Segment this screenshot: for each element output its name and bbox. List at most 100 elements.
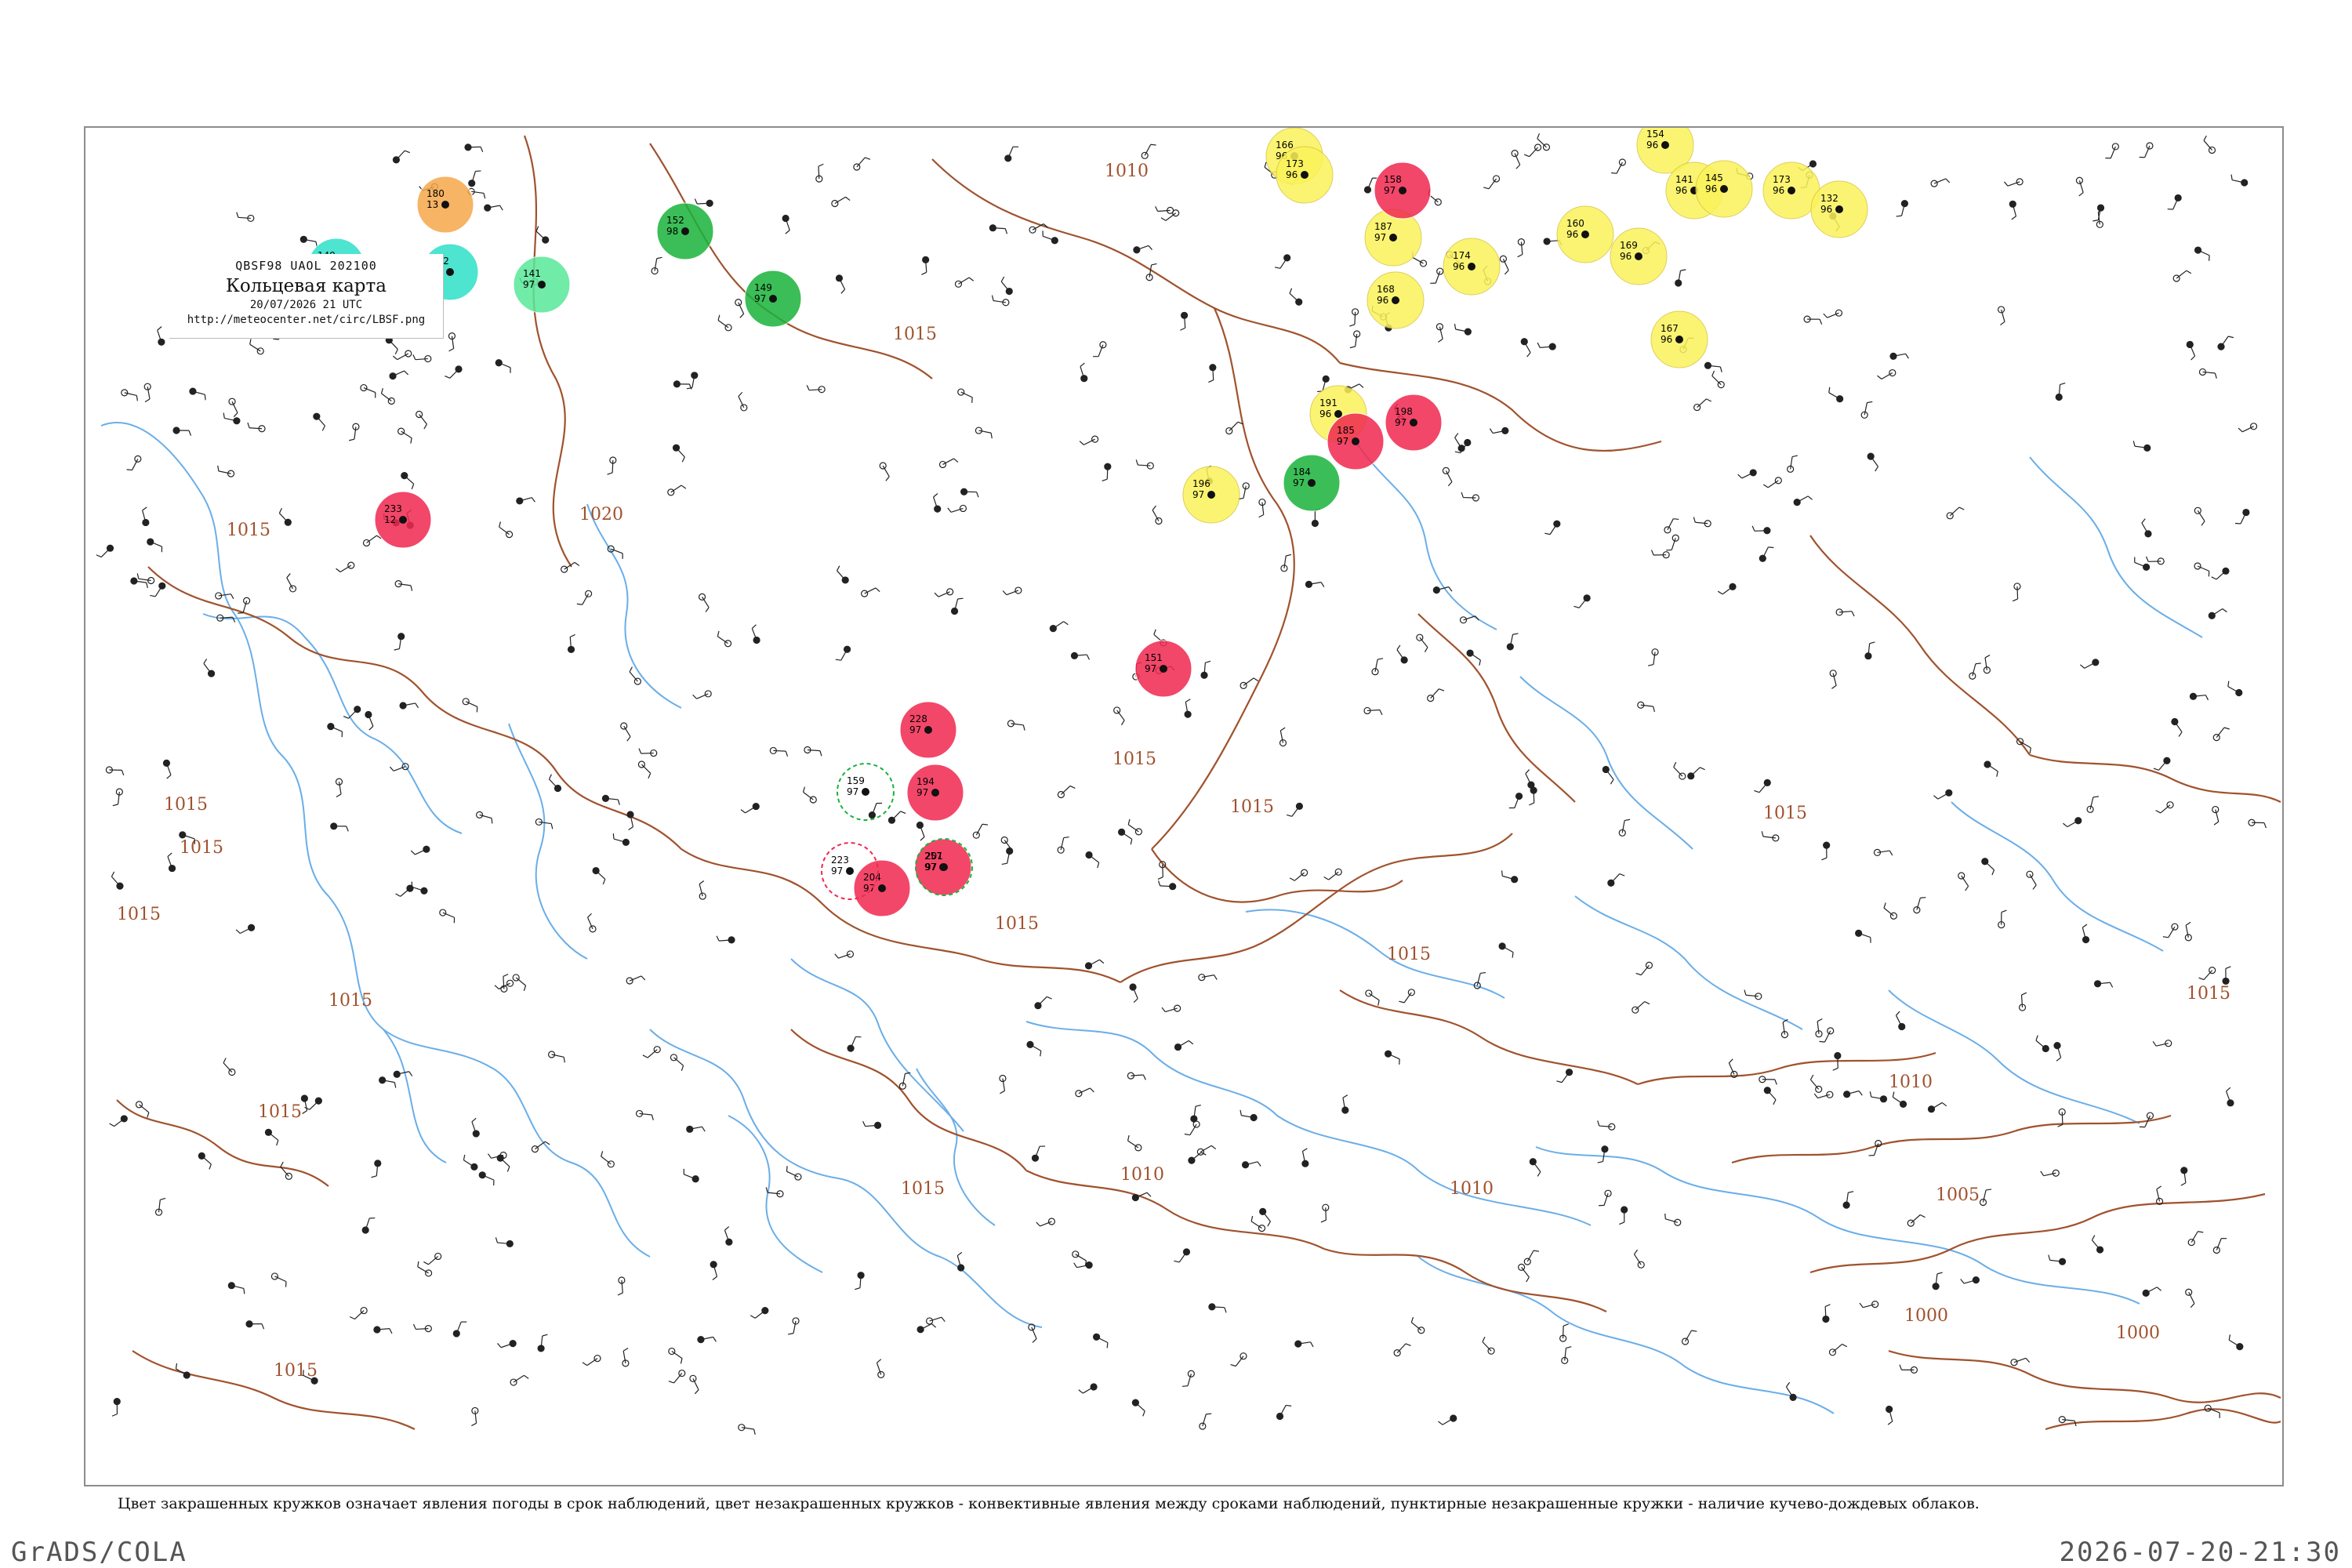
station-temp: 166: [1276, 140, 1294, 151]
obs-station-glyph: [586, 913, 597, 933]
isobar-label: 1015: [274, 1361, 318, 1381]
obs-station-glyph: [1499, 255, 1509, 275]
weather-circle-yellow[interactable]: 18797: [1364, 209, 1422, 267]
wind-barb-mark: [2216, 727, 2225, 739]
wind-barb-mark: [474, 1410, 477, 1424]
wind-barb-feather: [1000, 276, 1005, 282]
weather-circle-red[interactable]: 23312: [374, 491, 432, 549]
weather-circle-orange[interactable]: 18013: [416, 176, 474, 234]
isobar-label: 1010: [1450, 1179, 1494, 1199]
obs-station-glyph: [2145, 556, 2165, 565]
wind-barb-feather: [2060, 382, 2066, 386]
wind-barb-mark: [463, 1160, 475, 1167]
weather-circle-yellow[interactable]: 19697: [1182, 466, 1240, 524]
obs-station-glyph: [270, 1272, 287, 1287]
weather-circle-yellow[interactable]: 16996: [1610, 227, 1668, 285]
wind-barb-feather: [900, 811, 906, 815]
wind-barb-mark: [2035, 1040, 2046, 1049]
weather-circle-green[interactable]: 14997: [744, 270, 802, 328]
station-dot: [846, 867, 854, 875]
wind-barb-mark: [1165, 212, 1177, 221]
obs-station-glyph: [716, 935, 735, 944]
wind-barb-feather: [694, 198, 698, 205]
weather-circle-ring-green[interactable]: 15997: [837, 763, 895, 821]
weather-circle-red[interactable]: 15197: [1134, 640, 1192, 698]
wind-barb-feather: [2178, 731, 2183, 737]
map-source-url[interactable]: http://meteocenter.net/circ/LBSF.png: [169, 314, 443, 326]
station-temp: 149: [754, 282, 772, 293]
obs-station-glyph: [1129, 983, 1138, 1004]
weather-circle-red[interactable]: 19497: [906, 764, 964, 822]
obs-station-glyph: [1073, 1261, 1093, 1269]
wind-barb-mark: [1910, 1214, 1921, 1224]
weather-circle-yellow[interactable]: 16796: [1650, 310, 1708, 368]
wind-barb-mark: [139, 1104, 150, 1113]
obs-station-glyph: [1969, 662, 1981, 680]
obs-station-glyph: [1078, 1383, 1098, 1394]
wind-barb-mark: [1191, 1152, 1202, 1161]
obs-station-glyph: [1482, 1337, 1495, 1355]
wind-barb-feather: [1848, 1191, 1854, 1193]
weather-circle-red[interactable]: 20497: [853, 859, 911, 917]
wind-barb-feather: [1146, 1192, 1152, 1197]
wind-barb-feather: [410, 585, 413, 591]
wind-barb-feather: [1063, 621, 1069, 626]
station-temp: 180: [426, 188, 445, 199]
obs-station-glyph: [1483, 175, 1501, 190]
wind-barb-mark: [1824, 1306, 1827, 1319]
wind-barb-mark: [1549, 523, 1558, 535]
wind-barb-feather: [111, 1414, 118, 1417]
weather-circle-yellow[interactable]: 17496: [1443, 238, 1501, 296]
weather-circle-yellow[interactable]: 16096: [1556, 205, 1614, 263]
weather-circle-yellow[interactable]: 14596: [1695, 160, 1753, 218]
obs-station-glyph: [2010, 1357, 2031, 1367]
wind-barb-feather: [2223, 727, 2230, 730]
obs-station-glyph: [2212, 1238, 2227, 1254]
wind-barb-feather: [2025, 1357, 2031, 1363]
obs-station-glyph: [1305, 580, 1325, 588]
weather-circle-green[interactable]: 18497: [1283, 454, 1341, 512]
wind-barb-feather: [1610, 779, 1614, 785]
obs-station-glyph: [1174, 1248, 1191, 1263]
station-temp: 198: [1395, 406, 1413, 417]
wind-barb-feather: [2152, 1041, 2157, 1047]
weather-circle-yellow[interactable]: 17396: [1276, 146, 1334, 204]
wind-barb-mark: [1482, 1341, 1492, 1352]
obs-station-glyph: [1225, 421, 1243, 435]
weather-circle-red[interactable]: 19897: [1385, 394, 1443, 452]
wind-barb-mark: [1987, 764, 1998, 772]
wind-barb-mark: [2078, 180, 2084, 193]
wind-barb-feather: [629, 666, 633, 673]
weather-circle-yellow[interactable]: 16896: [1367, 271, 1425, 329]
weather-circle-red[interactable]: 22897: [899, 701, 957, 759]
obs-station-glyph: [397, 427, 412, 444]
obs-station-glyph: [925, 1316, 946, 1325]
wind-barb-feather: [233, 412, 238, 418]
weather-circle-red[interactable]: 18597: [1327, 412, 1385, 470]
station-pressure: 97: [1337, 436, 1348, 447]
weather-circle-green[interactable]: 15298: [656, 202, 714, 260]
obs-station-glyph: [1611, 158, 1627, 174]
map-frame[interactable]: 1010 1015 1015 1015 1015 1015 1015 1015 …: [84, 126, 2284, 1486]
weather-circle-lightgreen[interactable]: 14197: [513, 256, 571, 314]
wind-barb-mark: [1328, 871, 1339, 880]
wind-barb-mark: [1832, 1343, 1843, 1353]
wind-barb-mark: [717, 320, 729, 328]
wind-barb-mark: [1469, 652, 1481, 661]
wind-barb-feather: [1711, 370, 1715, 376]
obs-station-glyph: [1501, 870, 1519, 884]
weather-circle-red[interactable]: 15897: [1374, 162, 1432, 220]
wind-barb-mark: [1892, 1096, 1904, 1105]
obs-station-glyph: [802, 786, 817, 804]
wind-barb-feather: [802, 786, 806, 793]
wind-barb-feather: [1877, 375, 1882, 379]
weather-circle-yellow[interactable]: 13296: [1810, 180, 1868, 238]
wind-barb-feather: [1205, 660, 1211, 663]
obs-station-glyph: [1133, 245, 1152, 254]
obs-station-glyph: [1635, 961, 1653, 976]
station-temp: 201: [925, 851, 943, 862]
wind-barb-mark: [2016, 586, 2019, 599]
wind-barb-mark: [1537, 138, 1547, 148]
station-dot: [1661, 141, 1669, 149]
obs-station-glyph: [476, 811, 493, 824]
